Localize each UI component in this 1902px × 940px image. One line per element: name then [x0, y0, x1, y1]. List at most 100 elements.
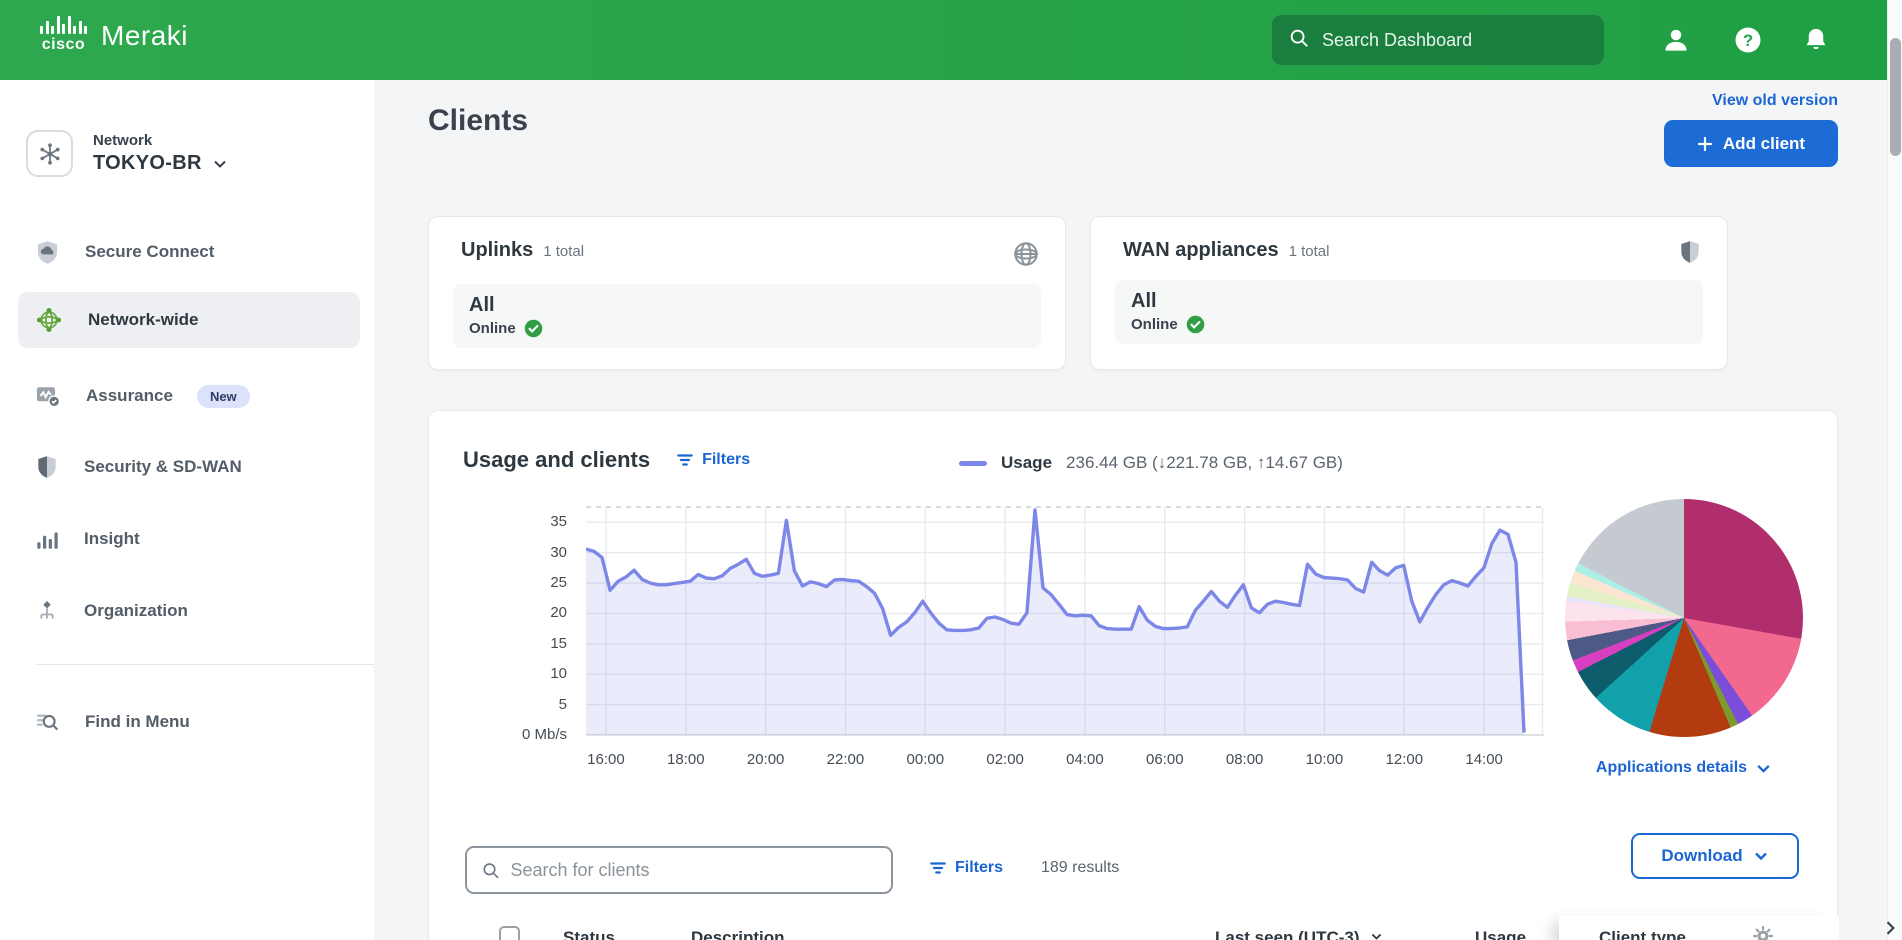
column-description[interactable]: Description: [691, 928, 785, 940]
x-tick-label: 20:00: [747, 751, 785, 768]
chevron-down-icon: [212, 156, 228, 172]
x-tick-label: 08:00: [1226, 751, 1264, 768]
select-all-checkbox[interactable]: [499, 926, 520, 940]
sidebar-item-label: Network-wide: [88, 310, 199, 330]
sidebar-item-network-wide[interactable]: Network-wide: [18, 292, 360, 348]
sidebar-item-label: Organization: [84, 601, 188, 621]
new-badge: New: [197, 385, 250, 408]
shield-icon: [34, 454, 60, 480]
legend-series-name: Usage: [1001, 453, 1052, 473]
network-selector[interactable]: Network TOKYO-BR: [26, 130, 228, 177]
clients-table-header: Status Description Last seen (UTC-3) Usa…: [429, 916, 1837, 940]
chevron-down-icon: [1370, 930, 1383, 940]
add-client-button[interactable]: Add client: [1664, 120, 1838, 167]
sidebar-item-insight[interactable]: Insight: [0, 511, 374, 567]
x-tick-label: 06:00: [1146, 751, 1184, 768]
wan-group: All: [1131, 290, 1687, 313]
column-last-seen[interactable]: Last seen (UTC-3): [1215, 928, 1383, 940]
x-tick-label: 02:00: [986, 751, 1024, 768]
uplinks-status: Online: [469, 320, 516, 337]
meraki-wordmark: Meraki: [101, 20, 188, 54]
user-icon: [1661, 25, 1691, 55]
x-tick-label: 10:00: [1306, 751, 1344, 768]
top-bar: cisco Meraki ?: [0, 0, 1902, 80]
notifications-button[interactable]: [1796, 20, 1836, 60]
uplinks-group: All: [469, 294, 1025, 317]
clients-search[interactable]: [465, 846, 893, 894]
wan-appliances-card: WAN appliances 1 total All Online: [1090, 216, 1728, 370]
chart-y-axis-labels: 35302520151050 Mb/s: [429, 503, 577, 739]
chevron-down-icon: [1753, 848, 1769, 864]
x-tick-label: 12:00: [1386, 751, 1424, 768]
x-tick-label: 16:00: [587, 751, 625, 768]
cisco-bars-icon: [40, 12, 87, 34]
shield-cloud-icon: [34, 239, 61, 266]
usage-and-clients-card: Usage and clients Filters Usage 236.44 G…: [428, 410, 1838, 940]
sidebar-item-label: Assurance: [86, 386, 173, 406]
sidebar-item-organization[interactable]: Organization: [0, 583, 374, 639]
y-tick-label: 5: [559, 696, 567, 713]
sidebar-item-label: Insight: [84, 529, 140, 549]
y-tick-label: 10: [550, 665, 567, 682]
usage-section-title: Usage and clients: [463, 447, 650, 473]
sidebar-item-security-sdwan[interactable]: Security & SD-WAN: [0, 439, 374, 495]
column-status[interactable]: Status: [563, 928, 615, 940]
uplinks-card-title: Uplinks: [461, 239, 533, 262]
uplinks-card-count: 1 total: [543, 243, 584, 260]
y-tick-label: 25: [550, 574, 567, 591]
x-tick-label: 22:00: [827, 751, 865, 768]
network-label: Network: [93, 132, 228, 149]
x-tick-label: 14:00: [1465, 751, 1503, 768]
globe-green-icon: [34, 305, 64, 335]
uplinks-status-row[interactable]: All Online: [453, 284, 1041, 348]
y-tick-label: 30: [550, 544, 567, 561]
column-usage[interactable]: Usage: [1475, 928, 1526, 940]
applications-details-button[interactable]: Applications details: [1596, 759, 1772, 777]
help-button[interactable]: ?: [1728, 20, 1768, 60]
sidebar-item-label: Security & SD-WAN: [84, 457, 242, 477]
chart-x-axis-labels: 16:0018:0020:0022:0000:0002:0004:0006:00…: [586, 751, 1544, 773]
clients-search-input[interactable]: [510, 860, 877, 881]
org-tree-icon: [34, 598, 60, 624]
page-title: Clients: [428, 104, 528, 138]
y-tick-label: 35: [550, 513, 567, 530]
sticky-column: Client type.: [1559, 916, 1839, 940]
y-tick-label: 15: [550, 635, 567, 652]
usage-filters-button[interactable]: Filters: [676, 451, 750, 469]
column-client-type[interactable]: Client type.: [1599, 928, 1691, 940]
download-label: Download: [1661, 846, 1742, 866]
plus-icon: [1697, 136, 1713, 152]
main-content: Clients View old version Add client Upli…: [374, 80, 1902, 940]
cisco-logo: cisco: [40, 12, 87, 54]
clients-filters-button[interactable]: Filters: [929, 859, 1003, 877]
wan-status-row[interactable]: All Online: [1115, 280, 1703, 344]
vertical-scrollbar[interactable]: [1887, 0, 1902, 940]
network-name: TOKYO-BR: [93, 152, 202, 175]
sidebar-item-assurance[interactable]: Assurance New: [0, 368, 374, 424]
sidebar-item-secure-connect[interactable]: Secure Connect: [0, 224, 374, 280]
download-button[interactable]: Download: [1631, 833, 1799, 879]
dashboard-search-input[interactable]: [1322, 30, 1588, 51]
sidebar-divider: [36, 664, 374, 665]
account-button[interactable]: [1656, 20, 1696, 60]
assurance-monitor-icon: [34, 382, 62, 410]
legend-series-value: 236.44 GB (↓221.78 GB, ↑14.67 GB): [1066, 453, 1343, 473]
view-old-version-link[interactable]: View old version: [1712, 92, 1838, 110]
dashboard-search[interactable]: [1272, 15, 1604, 65]
shield-icon: [1677, 239, 1703, 270]
find-in-menu-icon: [34, 709, 61, 736]
online-check-icon: [1186, 315, 1205, 334]
sidebar-item-label: Secure Connect: [85, 242, 214, 262]
clients-filters-label: Filters: [955, 859, 1003, 877]
x-tick-label: 18:00: [667, 751, 705, 768]
scroll-right-chevron[interactable]: [1880, 918, 1900, 940]
find-in-menu[interactable]: Find in Menu: [0, 694, 374, 750]
scrollbar-thumb[interactable]: [1890, 38, 1901, 156]
add-client-label: Add client: [1723, 134, 1805, 154]
applications-pie-chart[interactable]: [1565, 499, 1803, 737]
gear-icon[interactable]: [1751, 924, 1775, 940]
search-icon: [1288, 27, 1310, 54]
network-hub-icon: [26, 130, 73, 177]
bar-chart-icon: [34, 526, 60, 552]
svg-text:?: ?: [1743, 31, 1753, 50]
